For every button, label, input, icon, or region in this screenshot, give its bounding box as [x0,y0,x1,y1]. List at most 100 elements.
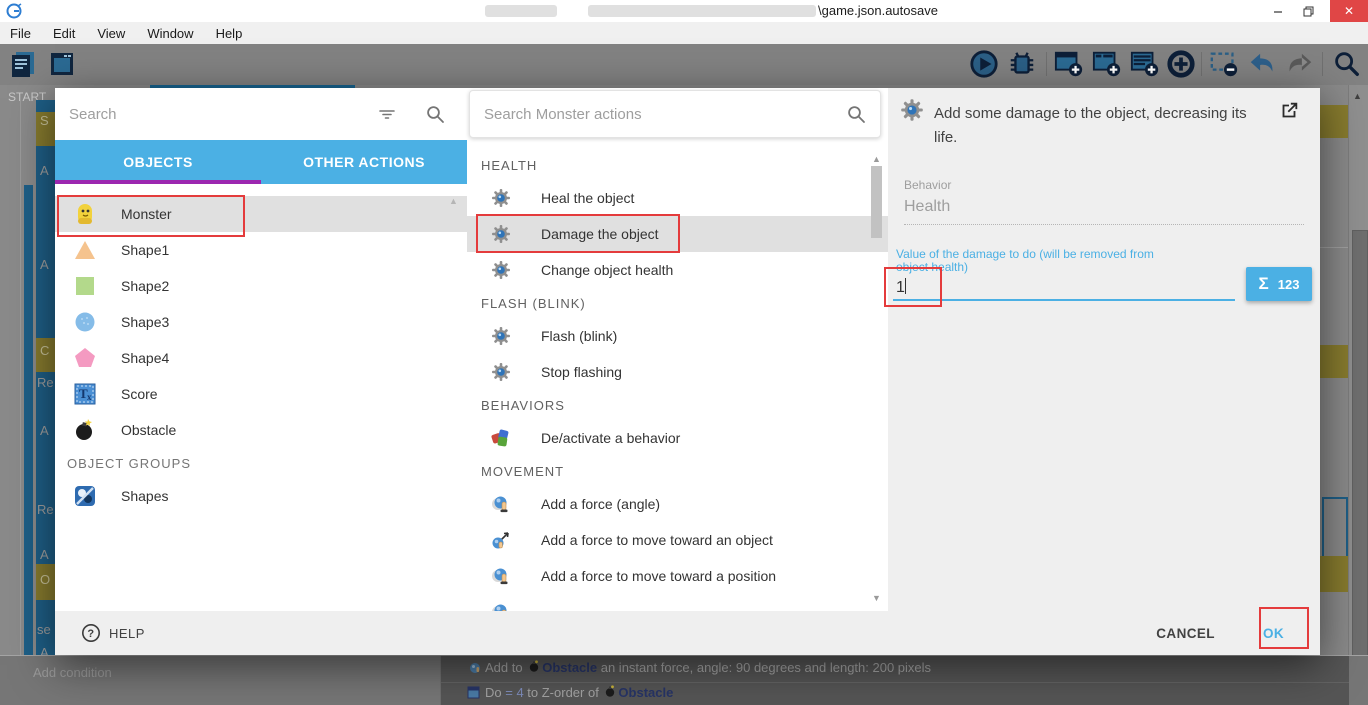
sigma-icon: Σ [1259,274,1269,294]
restore-button[interactable] [1294,0,1322,22]
close-button[interactable]: ✕ [1330,0,1368,22]
event-fragment: A [40,163,49,178]
search-icon[interactable] [425,104,445,124]
object-label: Shape4 [121,350,169,366]
menu-file[interactable]: File [10,26,31,41]
help-button[interactable]: ? HELP [81,623,145,643]
ok-button[interactable]: OK [1253,618,1294,649]
minimize-button[interactable] [1264,0,1292,22]
undo-icon[interactable] [1246,49,1278,79]
object-search-field[interactable]: Search [55,88,467,140]
action-details-panel: Add some damage to the object, decreasin… [888,88,1320,611]
action-item-force-angle[interactable]: Add a force (angle) [467,486,888,522]
add-condition-link[interactable]: Add condition [33,665,112,680]
objects-panel: Search OBJECTS OTHER ACTIONS Monster Sha… [55,88,467,611]
expression-editor-button[interactable]: Σ 123 [1246,267,1312,301]
param-input-underline [893,299,1235,301]
object-item-monster[interactable]: Monster [55,196,467,232]
selected-event-cell [1320,556,1348,592]
menu-help[interactable]: Help [216,26,243,41]
gdevelop-logo-icon [6,3,22,19]
event-divider [1320,247,1348,248]
add-scene-icon[interactable] [1053,49,1085,79]
event-action-row[interactable]: Add to Obstacle an instant force, angle:… [485,660,931,675]
menu-window[interactable]: Window [147,26,193,41]
action-item-flash[interactable]: Flash (blink) [467,318,888,354]
scroll-thumb[interactable] [871,166,882,238]
action-item-force-position[interactable]: Add a force to move toward a position [467,558,888,594]
text-cursor [905,278,906,294]
object-item-shape1[interactable]: Shape1 [55,232,467,268]
add-external-layout-icon[interactable] [1129,49,1161,79]
gear-icon [491,326,511,346]
object-item-score[interactable]: Tx Score [55,376,467,412]
search-icon[interactable] [846,104,866,124]
debug-icon[interactable] [1006,49,1038,79]
gear-icon [491,188,511,208]
open-in-new-icon[interactable] [1278,100,1300,122]
event-fragment: A [40,257,49,272]
add-object-icon[interactable] [1165,49,1197,79]
object-item-obstacle[interactable]: Obstacle [55,412,467,448]
toolbar-separator [1201,52,1202,76]
gear-icon [491,224,511,244]
action-item-damage[interactable]: Damage the object [467,216,888,252]
action-search-placeholder: Search Monster actions [484,106,846,123]
action-item-heal[interactable]: Heal the object [467,180,888,216]
object-item-shape4[interactable]: Shape4 [55,340,467,376]
object-item-shape3[interactable]: Shape3 [55,304,467,340]
action-item-change-health[interactable]: Change object health [467,252,888,288]
scroll-thumb[interactable] [1352,230,1368,690]
object-search-placeholder: Search [69,106,377,123]
window-title: \game.json.autosave [818,3,938,18]
tab-other-actions[interactable]: OTHER ACTIONS [261,140,467,184]
remove-frame-icon[interactable] [1208,49,1240,79]
event-fragment: A [40,547,49,562]
cancel-button[interactable]: CANCEL [1146,618,1225,649]
event-action-row[interactable]: Do = 4 to Z-order of Obstacle [485,685,673,700]
play-icon[interactable] [968,49,1000,79]
action-search-field[interactable]: Search Monster actions [469,90,881,138]
action-item-partial[interactable] [467,594,888,611]
toolbar [0,44,1368,86]
action-description: Add some damage to the object, decreasin… [934,102,1264,150]
triangle-icon [73,238,97,262]
search-icon[interactable] [1330,49,1362,79]
scene-editor-icon[interactable] [46,49,78,79]
action-item-behavior[interactable]: De/activate a behavior [467,420,888,456]
menu-edit[interactable]: Edit [53,26,75,41]
param-value-input[interactable]: 1 [896,278,906,297]
object-item-shape2[interactable]: Shape2 [55,268,467,304]
behavior-value: Health [904,198,950,216]
app-window: \game.json.autosave ✕ File Edit View Win… [0,0,1368,705]
tab-objects[interactable]: OBJECTS [55,140,261,184]
dialog-footer: ? HELP CANCEL OK [55,611,1320,655]
action-item-force-object[interactable]: Add a force to move toward an object [467,522,888,558]
title-bar: \game.json.autosave ✕ [0,0,1368,23]
vertical-scrollbar[interactable]: ▲ ▼ [1348,85,1368,705]
menu-bar: File Edit View Window Help [0,22,1368,44]
scroll-up-arrow[interactable]: ▲ [872,154,881,164]
events-list-icon[interactable] [8,49,40,79]
filter-icon[interactable] [377,104,397,124]
gear-icon [491,362,511,382]
section-header-health: HEALTH [467,150,888,180]
blurred-path-segment [588,5,816,17]
group-item-shapes[interactable]: Shapes [55,478,467,514]
bomb-mini-icon [529,660,539,672]
scroll-up-arrow[interactable]: ▲ [449,196,458,206]
section-header-movement: MOVEMENT [467,456,888,486]
event-indent-bar [24,185,33,705]
object-label: Shapes [121,488,168,504]
scroll-up-arrow[interactable]: ▲ [1353,91,1362,101]
scroll-down-arrow[interactable]: ▼ [872,593,881,603]
help-icon: ? [81,623,101,643]
redo-icon[interactable] [1284,49,1316,79]
gear-icon [491,260,511,280]
add-external-events-icon[interactable] [1091,49,1123,79]
behavior-underline [904,224,1304,225]
menu-view[interactable]: View [97,26,125,41]
selected-event-cell [1320,105,1348,138]
event-fragment: A [40,423,49,438]
action-item-stop-flashing[interactable]: Stop flashing [467,354,888,390]
